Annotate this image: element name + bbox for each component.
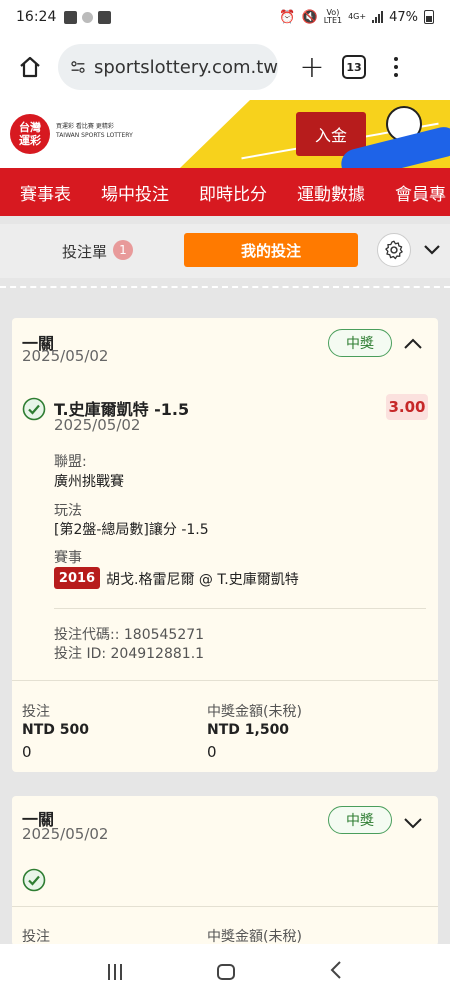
mute-icon: 🔇 bbox=[301, 9, 318, 25]
status-time: 16:24 bbox=[16, 9, 57, 25]
network-type: 4G+ bbox=[348, 12, 367, 21]
site-header: 台灣 運彩 買運彩 看比賽 更精彩 TAIWAN SPORTS LOTTERY 入金 bbox=[0, 100, 450, 168]
checkbox-notification-icon bbox=[98, 10, 112, 24]
back-icon bbox=[330, 961, 342, 979]
slip-collapse-button[interactable] bbox=[422, 240, 442, 260]
back-button[interactable] bbox=[330, 961, 342, 983]
stake-value: NTD 500 bbox=[22, 722, 89, 738]
logo-tagline: 買運彩 看比賽 更精彩 bbox=[56, 123, 114, 130]
event-name: 胡戈.格雷尼爾 @ T.史庫爾凱特 bbox=[106, 572, 299, 588]
chevron-up-icon bbox=[404, 338, 422, 349]
divider bbox=[0, 286, 450, 292]
status-badge: 中獎 bbox=[328, 329, 392, 357]
divider bbox=[12, 906, 438, 907]
selection-date: 2025/05/02 bbox=[54, 416, 141, 434]
bet-slip-bar: 投注單 1 我的投注 bbox=[0, 224, 450, 278]
lte-label: LTE1 bbox=[323, 16, 343, 25]
signal-icon bbox=[372, 11, 384, 23]
notification-dot-icon bbox=[82, 11, 94, 23]
home-button[interactable] bbox=[10, 47, 50, 87]
logo-line2: 運彩 bbox=[19, 134, 41, 147]
site-settings-icon[interactable] bbox=[70, 57, 86, 77]
chevron-down-icon bbox=[424, 245, 440, 255]
alarm-icon: ⏰ bbox=[279, 9, 296, 25]
stake-label: 投注 bbox=[22, 704, 50, 720]
logo-line1: 台灣 bbox=[19, 121, 41, 134]
chevron-down-icon bbox=[404, 817, 422, 828]
check-circle-icon bbox=[22, 868, 46, 892]
nav-item-member[interactable]: 會員專 bbox=[395, 180, 446, 205]
status-badge: 中獎 bbox=[328, 806, 392, 834]
bet-date: 2025/05/02 bbox=[22, 347, 109, 365]
payout-value: NTD 1,500 bbox=[207, 722, 290, 738]
payout-label: 中獎金額(未稅) bbox=[207, 929, 302, 945]
stake-label: 投注 bbox=[22, 929, 50, 945]
event-label: 賽事 bbox=[54, 550, 82, 566]
address-bar[interactable]: sportslottery.com.tw bbox=[58, 44, 278, 90]
tab-switcher-button[interactable]: 13 bbox=[342, 55, 366, 79]
browser-toolbar: sportslottery.com.tw + 13 bbox=[0, 34, 450, 100]
gear-icon bbox=[385, 240, 403, 260]
bet-slip-count-badge: 1 bbox=[113, 240, 133, 260]
play-value: [第2盤-總局數]讓分 -1.5 bbox=[54, 522, 209, 538]
nav-item-schedule[interactable]: 賽事表 bbox=[20, 180, 71, 205]
settings-button[interactable] bbox=[377, 233, 411, 267]
divider bbox=[12, 680, 438, 681]
nav-item-live-betting[interactable]: 場中投注 bbox=[101, 180, 169, 205]
stake-zero: 0 bbox=[22, 743, 32, 761]
odds-value: 3.00 bbox=[386, 394, 428, 420]
my-bets-button[interactable]: 我的投注 bbox=[184, 233, 358, 267]
bet-code: 投注代碼:: 180545271 bbox=[54, 627, 205, 643]
bet-card: 一關 2025/05/02 中獎 投注 中獎金額(未稅) bbox=[12, 796, 438, 946]
battery-percent: 47% bbox=[389, 9, 418, 25]
nav-item-live-score[interactable]: 即時比分 bbox=[199, 180, 267, 205]
bet-card: 一關 2025/05/02 中獎 T.史庫爾凱特 -1.5 2025/05/02… bbox=[12, 318, 438, 772]
play-label: 玩法 bbox=[54, 503, 82, 519]
battery-icon bbox=[424, 10, 434, 24]
collapse-button[interactable] bbox=[402, 332, 424, 354]
url-text: sportslottery.com.tw bbox=[93, 56, 278, 78]
payout-zero: 0 bbox=[207, 743, 217, 761]
payout-label: 中獎金額(未稅) bbox=[207, 704, 302, 720]
nav-item-sports-data[interactable]: 運動數據 bbox=[297, 180, 365, 205]
system-nav-bar bbox=[0, 944, 450, 1000]
bet-slip-tab[interactable]: 投注單 bbox=[62, 241, 107, 262]
main-nav: 賽事表 場中投注 即時比分 運動數據 會員專 bbox=[0, 168, 450, 216]
expand-button[interactable] bbox=[402, 812, 424, 834]
new-tab-button[interactable]: + bbox=[292, 47, 332, 87]
league-value: 廣州挑戰賽 bbox=[54, 474, 124, 490]
status-bar: 16:24 ⏰ 🔇 Vo) LTE1 4G+ 47% bbox=[0, 0, 450, 34]
youtube-icon bbox=[64, 10, 78, 24]
bet-date: 2025/05/02 bbox=[22, 825, 109, 843]
divider bbox=[54, 608, 426, 609]
check-circle-icon bbox=[22, 397, 46, 421]
home-icon bbox=[20, 56, 40, 78]
league-label: 聯盟: bbox=[54, 454, 87, 470]
site-logo[interactable]: 台灣 運彩 bbox=[10, 114, 50, 154]
bet-id: 投注 ID: 204912881.1 bbox=[54, 646, 205, 662]
event-year-badge: 2016 bbox=[54, 567, 100, 589]
logo-tagline-en: TAIWAN SPORTS LOTTERY bbox=[56, 132, 133, 139]
home-nav-button[interactable] bbox=[216, 964, 235, 980]
recent-apps-button[interactable] bbox=[107, 964, 122, 980]
browser-menu-button[interactable] bbox=[394, 57, 398, 77]
